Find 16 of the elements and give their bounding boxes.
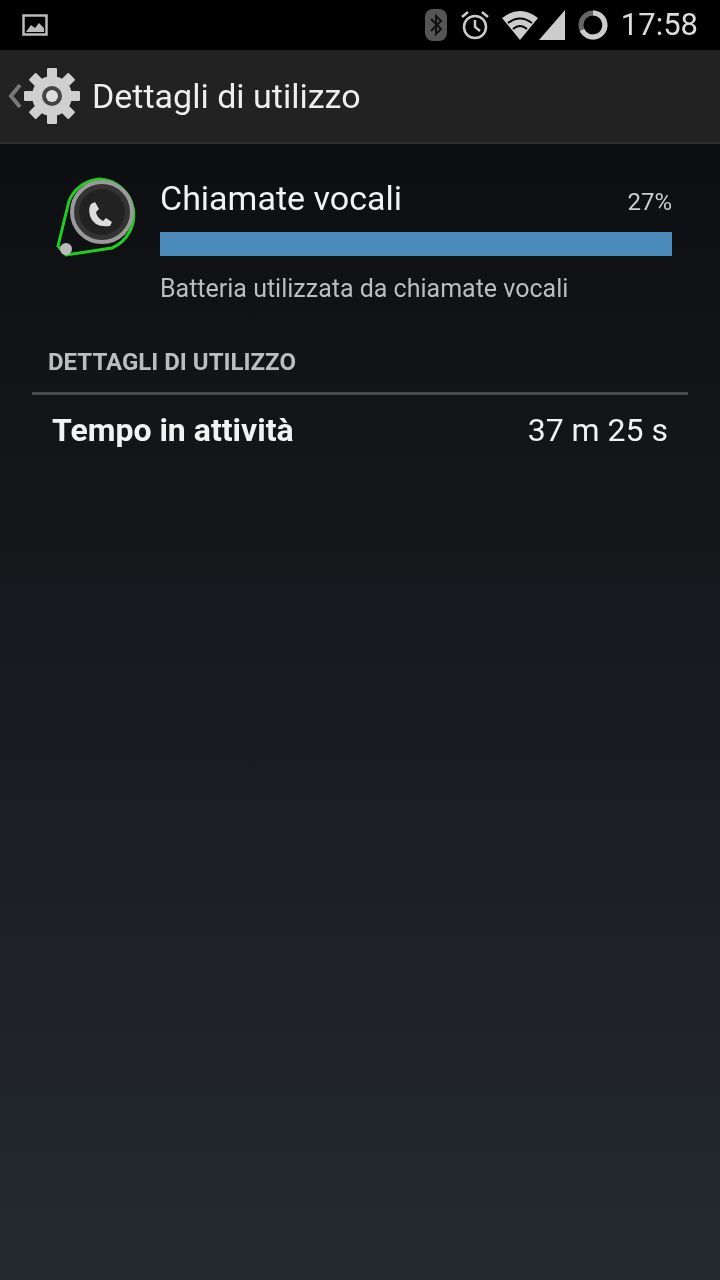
back-caret-icon (8, 83, 22, 109)
signal-icon (538, 10, 565, 40)
screen-title: Dettagli di utilizzo (92, 74, 361, 118)
section-header: DETTAGLI DI UTILIZZO (32, 343, 688, 395)
bluetooth-icon (424, 9, 447, 41)
phone-app-icon (54, 176, 138, 260)
usage-description: Batteria utilizzata da chiamate vocali (160, 273, 570, 305)
detail-label: Tempo in attività (52, 409, 294, 451)
usage-percent: 27% (627, 187, 672, 218)
image-icon (22, 14, 48, 36)
detail-value: 37 m 25 s (527, 409, 668, 451)
app-name: Chiamate vocali (160, 178, 402, 218)
settings-icon (22, 66, 82, 126)
battery-ring-icon (576, 9, 609, 41)
clock-time: 17:58 (620, 4, 698, 45)
wifi-icon (500, 10, 539, 40)
